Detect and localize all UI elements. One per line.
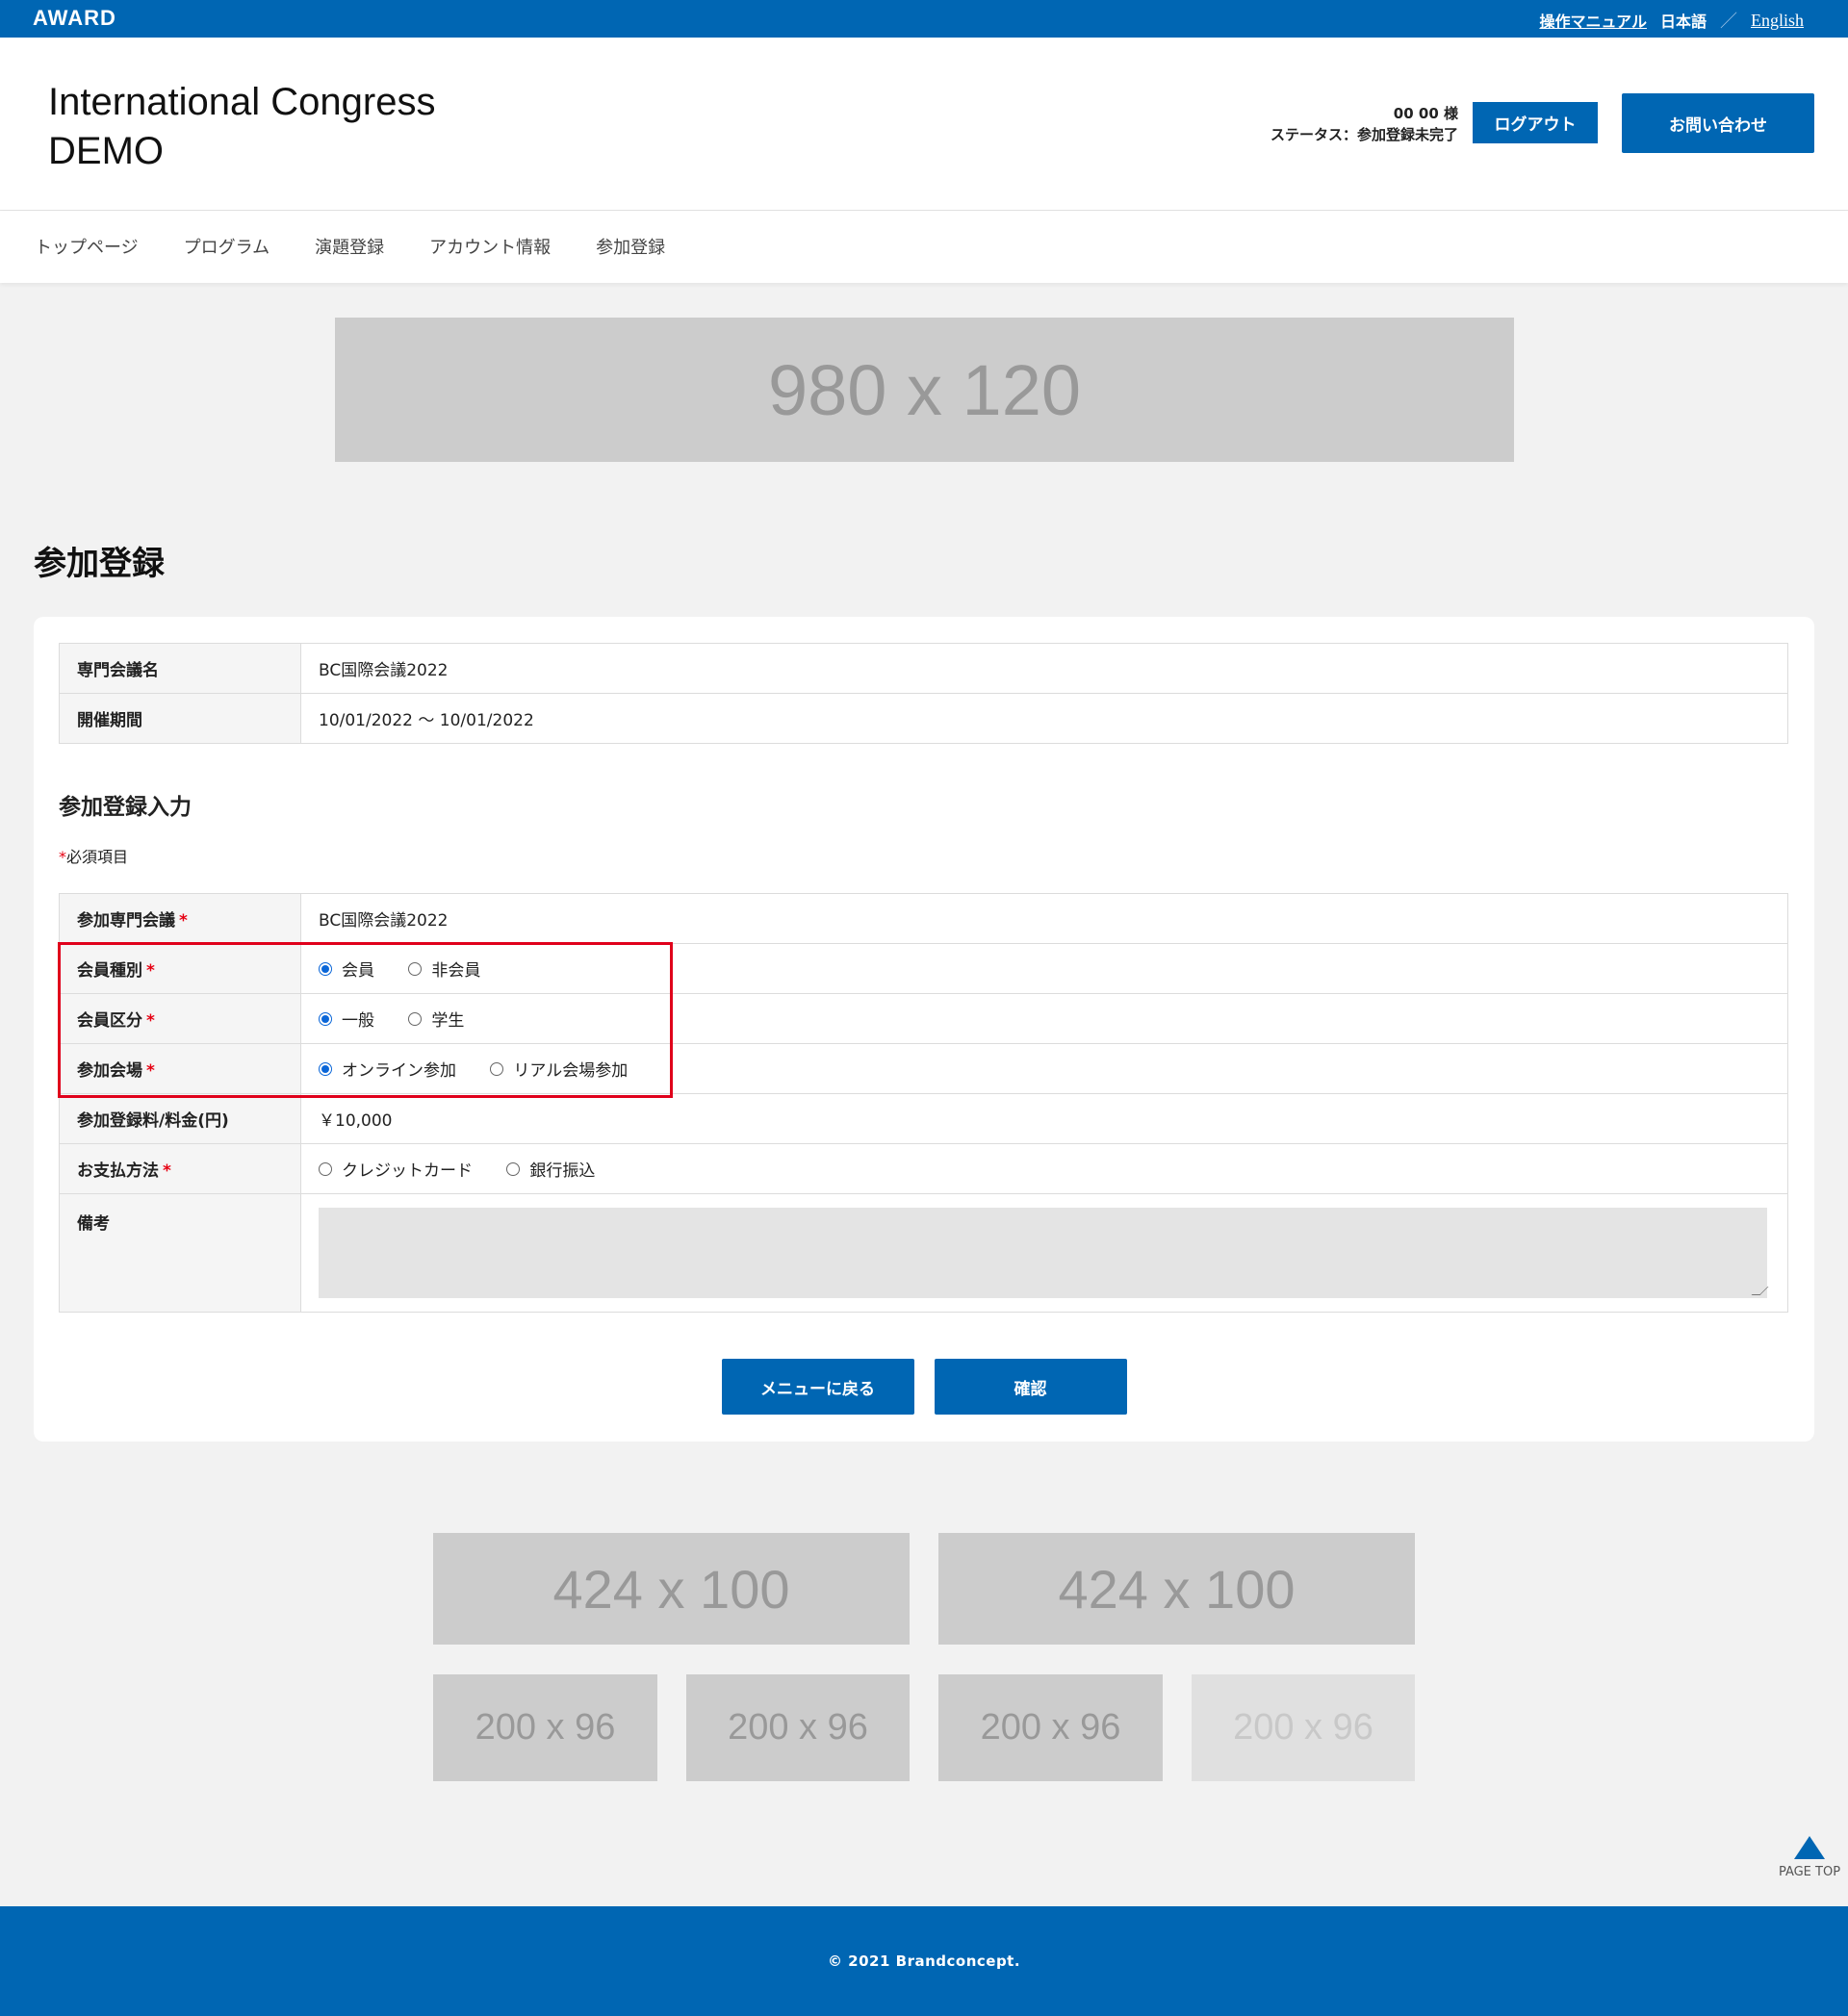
table-row: 参加専門会議 * BC国際会議2022 [59,893,1788,944]
info-value: BC国際会議2022 [300,643,1788,694]
table-row: 専門会議名 BC国際会議2022 [59,643,1788,694]
site-title[interactable]: International Congress DEMO [48,78,435,176]
required-mark: * [179,911,188,931]
nav-item-account[interactable]: アカウント情報 [429,234,551,259]
fee-value: ￥10,000 [300,1093,1788,1144]
main-nav: トップページ プログラム 演題登録 アカウント情報 参加登録 [0,211,1848,283]
site-footer: © 2021 Brandconcept. [0,1906,1848,2016]
nav-item-top[interactable]: トップページ [35,234,139,259]
page-title: 参加登録 [34,545,165,583]
fee-label: 参加登録料/料金(円) [59,1093,301,1144]
form-label: お支払方法 * [59,1143,301,1194]
lang-separator: ／ [1719,12,1737,32]
contact-button[interactable]: お問い合わせ [1622,93,1814,153]
form-label: 参加専門会議 * [59,893,301,944]
info-label: 開催期間 [59,693,301,744]
form-actions: メニューに戻る 確認 [34,1359,1814,1415]
top-links: 操作マニュアル 日本語 ／ English [1539,8,1804,33]
table-row: 備考 [59,1193,1788,1313]
form-title: 参加登録入力 [59,795,192,820]
radio-empty-icon[interactable] [506,1161,521,1176]
radio-bank-transfer[interactable]: 銀行振込 [506,1157,595,1181]
conference-info-table: 専門会議名 BC国際会議2022 開催期間 10/01/2022 ～ 10/01… [59,643,1788,744]
user-name: 00 00 様 [1393,105,1458,122]
site-title-line2: DEMO [48,130,164,172]
user-info: 00 00 様 ステータス：参加登録未完了 [1270,103,1458,145]
radio-credit-card[interactable]: クレジットカード [319,1157,473,1181]
table-row: 開催期間 10/01/2022 ～ 10/01/2022 [59,693,1788,744]
page-top-label: PAGE TOP [1778,1865,1841,1879]
manual-link[interactable]: 操作マニュアル [1539,9,1647,32]
banner-large[interactable]: 424 x 100 [938,1533,1415,1645]
radio-label: 銀行振込 [529,1161,596,1181]
highlight-box [58,942,673,1098]
nav-item-abstract[interactable]: 演題登録 [315,234,384,259]
top-bar: AWARD 操作マニュアル 日本語 ／ English [0,0,1848,38]
table-row: お支払方法 * クレジットカード 銀行振込 [59,1143,1788,1194]
back-to-menu-button[interactable]: メニューに戻る [721,1359,914,1415]
banner-small[interactable]: 200 x 96 [1192,1674,1415,1781]
banner-small[interactable]: 200 x 96 [686,1674,910,1781]
nav-item-registration[interactable]: 参加登録 [596,234,665,259]
banner-small[interactable]: 200 x 96 [938,1674,1163,1781]
lang-en-link[interactable]: English [1751,11,1804,31]
top-banner[interactable]: 980 x 120 [335,318,1514,462]
info-value: 10/01/2022 ～ 10/01/2022 [300,693,1788,744]
remarks-textarea[interactable] [319,1208,1767,1298]
banner-small[interactable]: 200 x 96 [433,1674,657,1781]
info-label: 専門会議名 [59,643,301,694]
required-note: *必須項目 [59,844,128,867]
payment-label: お支払方法 [77,1161,159,1181]
payment-options: クレジットカード 銀行振込 [300,1143,1788,1194]
radio-label: クレジットカード [342,1161,473,1181]
banner-large[interactable]: 424 x 100 [433,1533,910,1645]
award-logo[interactable]: AWARD [33,6,116,31]
required-mark: * [163,1161,171,1181]
table-row: 参加登録料/料金(円) ￥10,000 [59,1093,1788,1144]
nav-item-program[interactable]: プログラム [184,234,270,259]
remarks-cell [300,1193,1788,1313]
radio-empty-icon[interactable] [319,1161,332,1176]
logout-button[interactable]: ログアウト [1473,102,1598,143]
arrow-up-icon [1794,1836,1825,1859]
conference-label: 参加専門会議 [77,911,175,931]
page-top-button[interactable]: PAGE TOP [1776,1836,1843,1879]
registration-status: ステータス：参加登録未完了 [1270,126,1458,143]
required-note-text: 必須項目 [66,848,129,866]
conference-value: BC国際会議2022 [300,893,1788,944]
lang-ja-link[interactable]: 日本語 [1660,9,1707,32]
confirm-button[interactable]: 確認 [934,1359,1127,1415]
remarks-label: 備考 [59,1193,301,1313]
copyright: © 2021 Brandconcept. [827,1952,1021,1970]
required-mark: * [59,848,66,866]
site-title-line1: International Congress [48,81,436,123]
